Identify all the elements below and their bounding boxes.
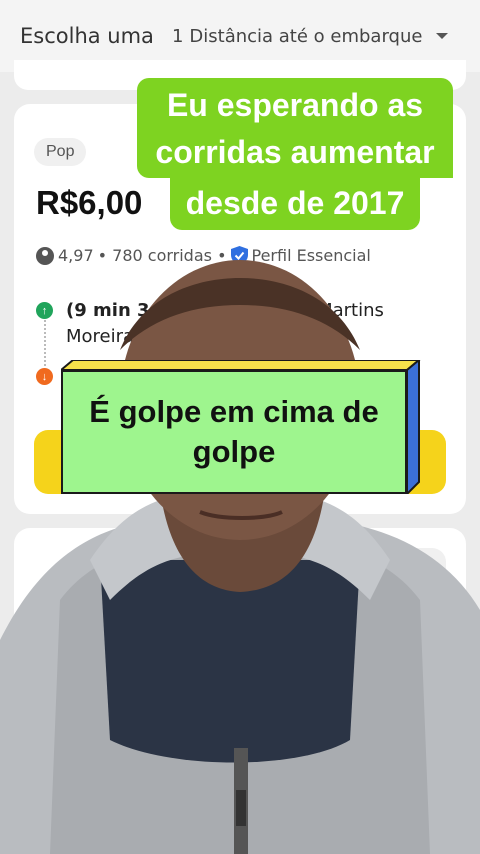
- map-button[interactable]: [388, 548, 446, 596]
- chevron-down-icon: [436, 33, 449, 39]
- category-badge: Pop: [34, 138, 87, 166]
- route-divider: [44, 320, 46, 366]
- caption-top-line3: desde de 2017: [170, 178, 420, 230]
- profile-label: Perfil Essencial: [251, 246, 371, 265]
- pickup-address: (9 min 3,5 do Martins Moreira Maria: [66, 300, 384, 347]
- passenger-rides: • 780 corridas •: [97, 246, 227, 265]
- passenger-avatar-icon: [36, 246, 54, 265]
- caption-top: Eu esperando as corridas aumentar: [137, 78, 453, 178]
- page-title: Escolha uma: [20, 24, 154, 48]
- map-icon: [404, 560, 430, 584]
- passenger-meta: 4,97 • 780 corridas • Perfil Essencial: [36, 246, 371, 265]
- next-ride-card[interactable]: [14, 528, 466, 854]
- shield-check-icon: [230, 246, 248, 265]
- caption-box: É golpe em cima de golpe: [61, 360, 421, 494]
- distance-filter-dropdown[interactable]: 1 Distância até o embarque: [172, 26, 449, 47]
- filter-label: Distância até o embarque: [189, 25, 423, 47]
- ride-price: R$6,00: [36, 184, 143, 221]
- caption-box-front: É golpe em cima de golpe: [61, 370, 407, 494]
- filter-count: 1: [171, 25, 184, 47]
- dropoff-pin-icon: ↓: [36, 368, 53, 385]
- pickup-pin-icon: ↑: [36, 302, 53, 319]
- passenger-rating: 4,97: [58, 246, 94, 265]
- caption-box-text: É golpe em cima de golpe: [89, 394, 379, 469]
